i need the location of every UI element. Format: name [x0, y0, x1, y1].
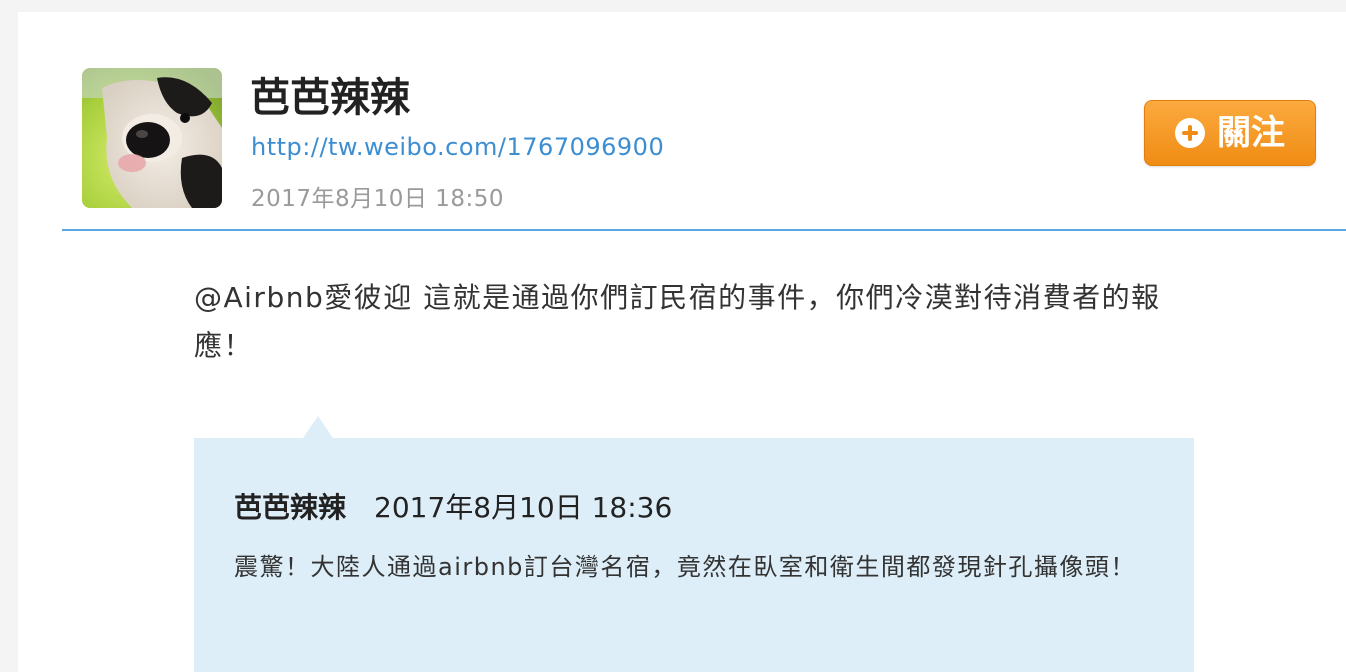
- quote-pointer: [303, 416, 333, 438]
- avatar-dog-photo: [82, 68, 222, 208]
- avatar[interactable]: [82, 68, 222, 208]
- header-divider: [62, 229, 1346, 231]
- profile-link[interactable]: http://tw.weibo.com/1767096900: [251, 131, 664, 163]
- quoted-post-text: 震驚！大陸人通過airbnb訂台灣名宿，竟然在臥室和衛生間都發現針孔攝像頭！: [234, 553, 1136, 581]
- quoted-post-header: 芭芭辣辣 2017年8月10日 18:36: [234, 488, 672, 528]
- quoted-post-timestamp: 2017年8月10日 18:36: [374, 491, 673, 524]
- plus-circle-icon: [1175, 118, 1205, 148]
- quoted-post-author[interactable]: 芭芭辣辣: [234, 491, 346, 524]
- author-name[interactable]: 芭芭辣辣: [250, 72, 410, 124]
- follow-button-label: 關注: [1217, 113, 1285, 153]
- post-timestamp: 2017年8月10日 18:50: [251, 186, 505, 212]
- follow-button[interactable]: 關注: [1144, 100, 1316, 166]
- post-text: @Airbnb愛彼迎 這就是通過你們訂民宿的事件，你們冷漠對待消費者的報應！: [194, 281, 1161, 362]
